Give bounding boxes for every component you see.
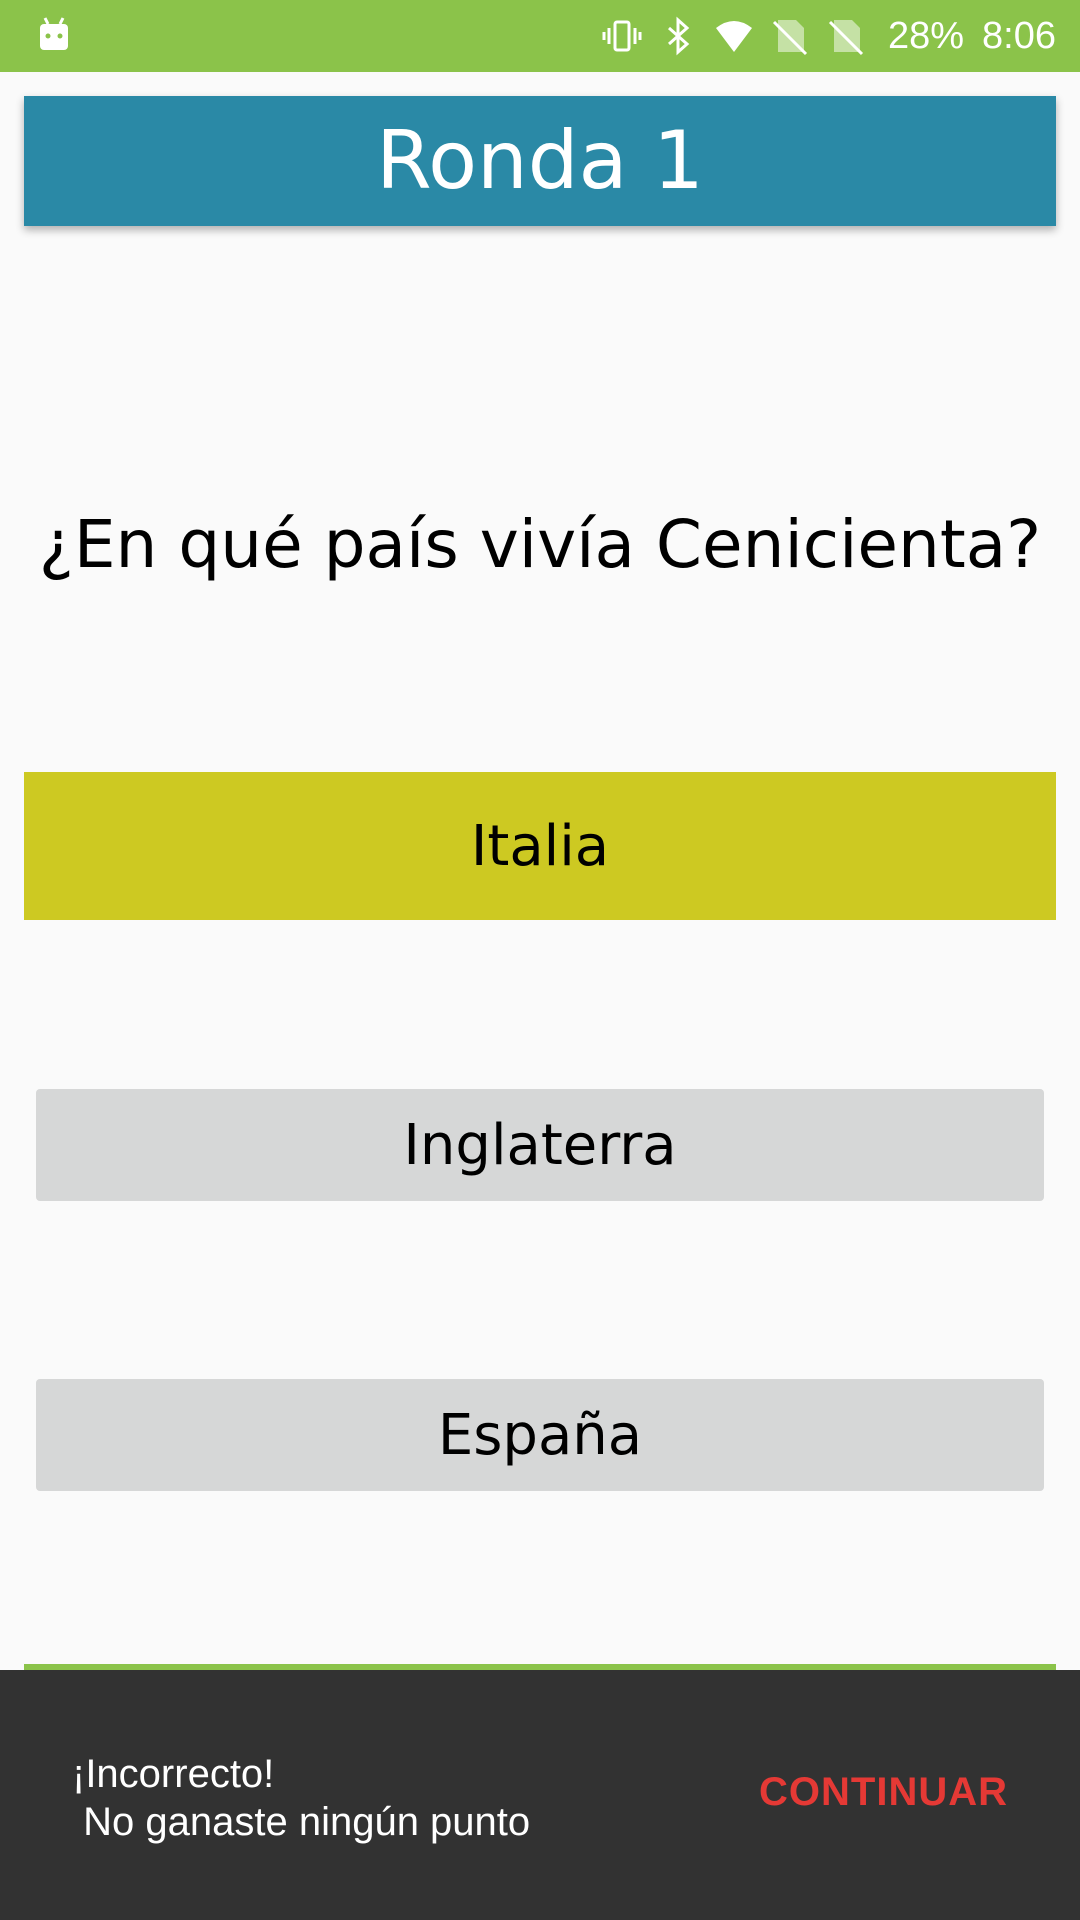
answer-option-label: Inglaterra — [403, 1112, 677, 1178]
bluetooth-icon — [667, 16, 690, 56]
answer-option[interactable]: España — [36, 1379, 1044, 1491]
clock-time: 8:06 — [982, 14, 1056, 57]
answer-option-label: Italia — [470, 813, 610, 879]
answer-option[interactable]: Inglaterra — [36, 1089, 1044, 1201]
answer-option-label: España — [437, 1402, 643, 1468]
round-header: Ronda 1 — [24, 96, 1056, 226]
wifi-icon — [715, 21, 752, 52]
no-sim-icon — [828, 20, 864, 56]
no-sim-icon — [772, 20, 808, 56]
question-text: ¿En qué país vivía Cenicienta? — [38, 506, 1042, 583]
battery-percentage: 28% — [887, 14, 965, 57]
continue-button[interactable]: CONTINUAR — [759, 1770, 1008, 1815]
android-icon — [40, 17, 68, 50]
snackbar-message: ¡Incorrecto! No ganaste ningún punto — [72, 1752, 531, 1844]
answer-option-selected[interactable]: Italia — [24, 772, 1056, 920]
vibrate-icon — [602, 20, 642, 52]
snackbar: ¡Incorrecto! No ganaste ningún punto CON… — [0, 1670, 1080, 1920]
round-title: Ronda 1 — [376, 114, 704, 207]
status-bar: 28% 8:06 — [0, 0, 1080, 72]
